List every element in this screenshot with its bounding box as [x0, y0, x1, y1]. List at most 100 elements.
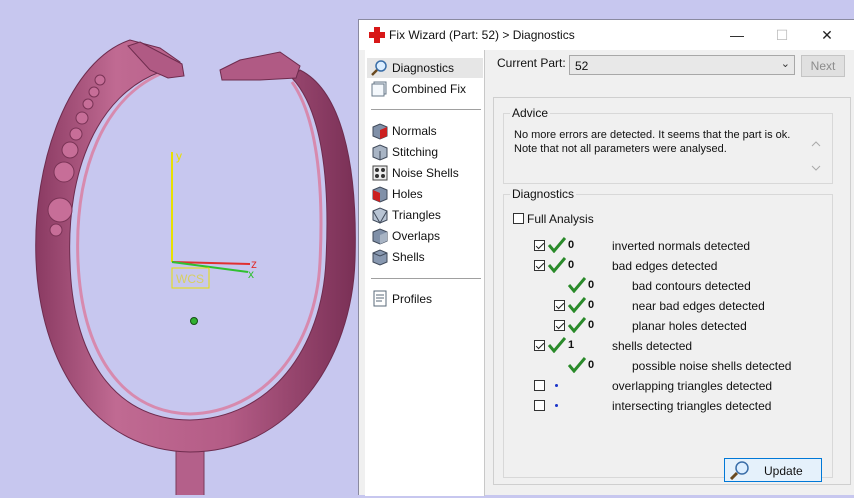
wizard-sidebar: Diagnostics Combined Fix Normals Stitchi…: [365, 50, 485, 496]
advice-line-1: No more errors are detected. It seems th…: [514, 129, 791, 141]
triangles-icon: [372, 207, 388, 224]
current-part-select[interactable]: 52 ⌄: [569, 55, 795, 75]
sidebar-item-label: Triangles: [392, 208, 441, 222]
advice-line-2: Note that not all parameters were analys…: [514, 143, 727, 155]
normals-icon: [372, 123, 388, 140]
wizard-main-panel: Current Part: 52 ⌄ Next Advice No more e…: [493, 50, 854, 496]
sidebar-divider: [371, 109, 481, 110]
diagnostic-row: 0 planar holes detected: [504, 317, 824, 335]
sidebar-item-holes[interactable]: Holes: [367, 184, 483, 204]
diagnostic-checkbox[interactable]: [534, 260, 545, 271]
diagnostic-row: 1 shells detected: [504, 337, 824, 355]
pending-dot-icon: [555, 384, 558, 387]
sidebar-item-label: Holes: [392, 187, 423, 201]
close-button[interactable]: ✕: [804, 20, 850, 50]
sidebar-item-noise-shells[interactable]: Noise Shells: [367, 163, 483, 183]
combined-fix-icon: [371, 81, 387, 97]
check-mark-icon: [568, 357, 586, 373]
diagnostic-count: 0: [568, 259, 575, 271]
sidebar-item-label: Profiles: [392, 292, 433, 306]
diagnostic-checkbox[interactable]: [534, 240, 545, 251]
check-mark-icon: [568, 277, 586, 293]
diagnostic-row: overlapping triangles detected: [504, 377, 824, 395]
check-mark-icon: [548, 337, 566, 353]
diagnostic-label: shells detected: [612, 339, 693, 353]
diagnostic-row: 0 possible noise shells detected: [504, 357, 824, 375]
update-button[interactable]: Update: [724, 458, 822, 482]
diagnostic-row: 0 inverted normals detected: [504, 237, 824, 255]
diagnostic-count: 0: [588, 299, 595, 311]
sidebar-item-diagnostics[interactable]: Diagnostics: [367, 58, 483, 78]
diagnostics-group: Diagnostics Full Analysis 0 inverted norm…: [503, 187, 833, 478]
ring-inner-edge: [76, 70, 323, 416]
next-button[interactable]: Next: [801, 55, 845, 77]
advice-group: Advice No more errors are detected. It s…: [503, 106, 833, 184]
advice-title: Advice: [510, 106, 551, 120]
diagnostic-row: 0 bad contours detected: [504, 277, 824, 295]
wcs-label: WCS: [176, 272, 204, 286]
sidebar-item-normals[interactable]: Normals: [367, 121, 483, 141]
scroll-arrows-icon: [811, 141, 821, 171]
diagnostic-label: bad contours detected: [632, 279, 751, 293]
magnifier-icon: [729, 461, 749, 480]
profiles-icon: [373, 290, 387, 307]
diagnostic-label: bad edges detected: [612, 259, 718, 273]
magnifier-icon: [371, 60, 387, 76]
sidebar-item-triangles[interactable]: Triangles: [367, 205, 483, 225]
diagnostic-checkbox[interactable]: [554, 300, 565, 311]
diagnostic-label: intersecting triangles detected: [612, 399, 772, 413]
diagnostic-label: overlapping triangles detected: [612, 379, 773, 393]
check-mark-icon: [568, 297, 586, 313]
sidebar-item-overlaps[interactable]: Overlaps: [367, 226, 483, 246]
diagnostic-checkbox[interactable]: [554, 320, 565, 331]
sidebar-item-label: Diagnostics: [392, 61, 455, 75]
diagnostic-label: planar holes detected: [632, 319, 747, 333]
check-mark-icon: [548, 237, 566, 253]
sidebar-item-label: Shells: [392, 250, 425, 264]
diagnostic-row: 0 bad edges detected: [504, 257, 824, 275]
sidebar-item-combined-fix[interactable]: Combined Fix: [367, 79, 483, 99]
sidebar-item-label: Stitching: [392, 145, 439, 159]
diagnostics-page: Advice No more errors are detected. It s…: [493, 97, 851, 485]
full-analysis-checkbox[interactable]: [513, 213, 524, 224]
window-title: Fix Wizard (Part: 52) > Diagnostics: [389, 28, 575, 42]
check-mark-icon: [568, 317, 586, 333]
diagnostic-count: 1: [568, 339, 575, 351]
axis-y-label: y: [176, 149, 182, 163]
diagnostic-checkbox[interactable]: [534, 400, 545, 411]
sidebar-item-stitching[interactable]: Stitching: [367, 142, 483, 162]
current-part-value: 52: [575, 59, 589, 73]
window-titlebar[interactable]: Fix Wizard (Part: 52) > Diagnostics — ☐ …: [359, 20, 854, 50]
sidebar-item-label: Normals: [392, 124, 437, 138]
current-part-label: Current Part:: [497, 56, 566, 70]
axis-x-label: x: [248, 267, 254, 281]
shells-icon: [372, 249, 388, 266]
noise-shells-icon: [372, 165, 388, 181]
minimize-button[interactable]: —: [714, 20, 760, 50]
diagnostic-count: 0: [588, 279, 595, 291]
diagnostic-count: 0: [588, 359, 595, 371]
maximize-button[interactable]: ☐: [759, 20, 805, 50]
fix-wizard-window: Fix Wizard (Part: 52) > Diagnostics — ☐ …: [358, 19, 854, 496]
diagnostic-checkbox[interactable]: [534, 380, 545, 391]
sidebar-divider: [371, 278, 481, 279]
origin-marker-icon: [190, 317, 198, 325]
diagnostic-row: 0 near bad edges detected: [504, 297, 824, 315]
advice-scrollbar[interactable]: [808, 126, 824, 178]
diagnostic-label: possible noise shells detected: [632, 359, 792, 373]
sidebar-item-label: Combined Fix: [392, 82, 467, 96]
diagnostic-count: 0: [568, 239, 575, 251]
sidebar-item-label: Noise Shells: [392, 166, 459, 180]
overlaps-icon: [372, 228, 388, 245]
sidebar-item-profiles[interactable]: Profiles: [367, 289, 483, 309]
holes-icon: [372, 186, 388, 203]
diagnostic-count: 0: [588, 319, 595, 331]
sidebar-item-shells[interactable]: Shells: [367, 247, 483, 267]
diagnostic-checkbox[interactable]: [534, 340, 545, 351]
update-button-label: Update: [764, 464, 803, 478]
pending-dot-icon: [555, 404, 558, 407]
red-cross-icon: [369, 27, 385, 43]
advice-textbox[interactable]: No more errors are detected. It seems th…: [508, 126, 826, 178]
diagnostic-row: intersecting triangles detected: [504, 397, 824, 415]
diagnostics-title: Diagnostics: [510, 187, 577, 201]
